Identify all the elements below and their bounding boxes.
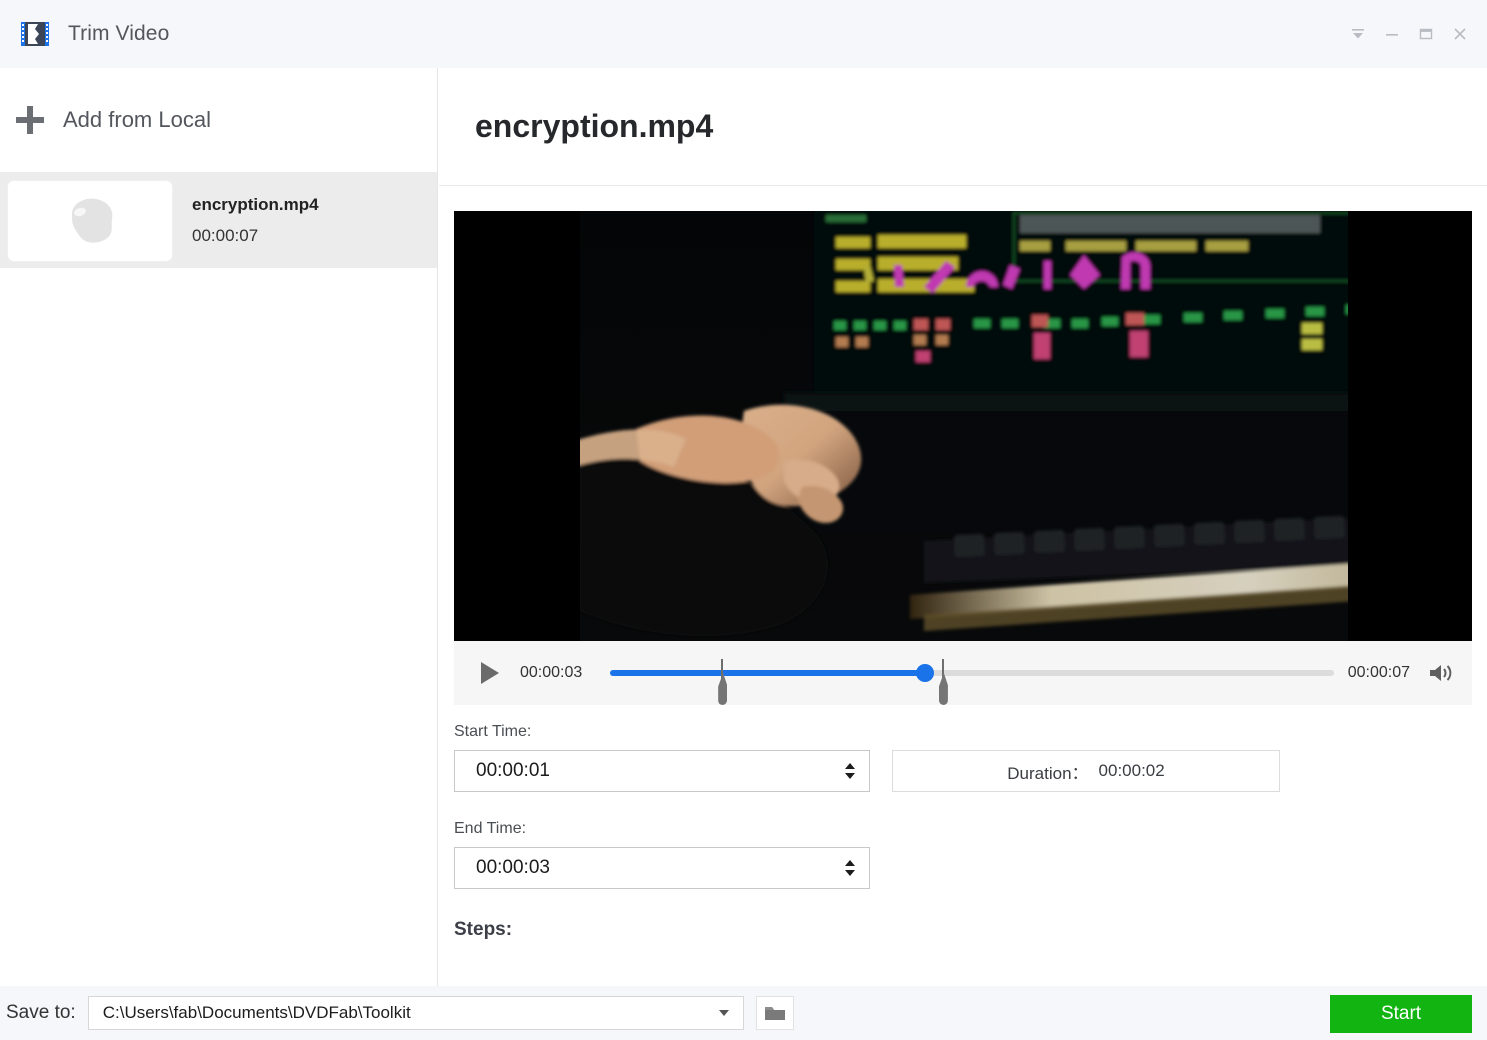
- stepper-down-icon[interactable]: [845, 870, 855, 876]
- start-button[interactable]: Start: [1330, 995, 1472, 1033]
- add-from-local-label: Add from Local: [63, 107, 211, 132]
- slider-progress: [610, 670, 925, 676]
- slider-thumb[interactable]: [915, 664, 934, 682]
- trim-form: Start Time: 00:00:01 Duration： 00:00:02 …: [454, 723, 1472, 941]
- collapse-icon[interactable]: [1341, 11, 1375, 57]
- duration-display: Duration： 00:00:02: [892, 750, 1280, 792]
- video-preview[interactable]: [454, 211, 1472, 641]
- end-time-stepper[interactable]: [845, 860, 855, 876]
- avatar: [8, 180, 172, 261]
- main-panel: encryption.mp4 00:00:03 00:00:07 Start T…: [439, 68, 1487, 986]
- save-path-value: C:\Users\fab\Documents\DVDFab\Toolkit: [102, 1003, 411, 1022]
- start-time-row: 00:00:01 Duration： 00:00:02: [454, 750, 1472, 792]
- video-frame: [454, 211, 1472, 641]
- folder-icon: [764, 1007, 785, 1020]
- list-item[interactable]: encryption.mp4 00:00:07: [0, 173, 437, 268]
- film-strip-icon: [18, 17, 52, 51]
- title-bar: Trim Video: [0, 0, 1487, 68]
- save-to-label: Save to:: [6, 1002, 76, 1023]
- save-path-combobox[interactable]: C:\Users\fab\Documents\DVDFab\Toolkit: [87, 996, 744, 1030]
- trim-video-window: Trim Video Add from Local encryption.mp4…: [0, 0, 1487, 1040]
- current-time: 00:00:03: [520, 664, 583, 681]
- main-header: encryption.mp4: [439, 68, 1487, 186]
- speaker-icon[interactable]: [1424, 656, 1458, 690]
- play-icon[interactable]: [470, 653, 510, 693]
- plus-icon: [16, 106, 44, 134]
- playback-slider[interactable]: [610, 651, 1334, 705]
- trim-start-handle[interactable]: [717, 659, 728, 705]
- maximize-icon[interactable]: [1409, 11, 1443, 57]
- duration-value: 00:00:02: [1098, 761, 1165, 780]
- pillarbox-left: [454, 211, 580, 641]
- stepper-down-icon[interactable]: [845, 773, 855, 779]
- steps-label: Steps:: [454, 919, 513, 940]
- file-meta: encryption.mp4 00:00:07: [192, 195, 319, 246]
- bottom-bar: Save to: C:\Users\fab\Documents\DVDFab\T…: [0, 986, 1487, 1040]
- file-duration: 00:00:07: [192, 226, 259, 245]
- file-name: encryption.mp4: [192, 195, 319, 214]
- player-controls: 00:00:03 00:00:07: [454, 641, 1472, 705]
- minimize-icon[interactable]: [1375, 11, 1409, 57]
- page-title: encryption.mp4: [475, 108, 714, 144]
- window-controls: [1341, 0, 1477, 68]
- end-time-input[interactable]: 00:00:03: [454, 847, 870, 889]
- stepper-up-icon[interactable]: [845, 860, 855, 866]
- end-time-row: 00:00:03: [454, 847, 1472, 889]
- add-from-local-button[interactable]: Add from Local: [0, 68, 437, 173]
- sidebar: Add from Local encryption.mp4 00:00:07: [0, 68, 438, 986]
- end-time-value: 00:00:03: [476, 857, 550, 878]
- start-time-value: 00:00:01: [476, 760, 550, 781]
- media-placeholder-icon: [72, 198, 113, 243]
- close-icon[interactable]: [1443, 11, 1477, 57]
- duration-label: Duration：: [1007, 763, 1089, 783]
- start-time-stepper[interactable]: [845, 763, 855, 779]
- trim-end-handle[interactable]: [938, 659, 948, 705]
- pillarbox-right: [1348, 211, 1472, 641]
- browse-folder-button[interactable]: [755, 996, 794, 1030]
- chevron-down-icon[interactable]: [718, 1010, 729, 1016]
- start-time-label: Start Time:: [454, 723, 532, 740]
- stepper-up-icon[interactable]: [845, 763, 855, 769]
- start-time-input[interactable]: 00:00:01: [454, 750, 870, 792]
- window-title: Trim Video: [68, 22, 170, 45]
- end-time-label: End Time:: [454, 820, 527, 837]
- total-time: 00:00:07: [1347, 664, 1410, 681]
